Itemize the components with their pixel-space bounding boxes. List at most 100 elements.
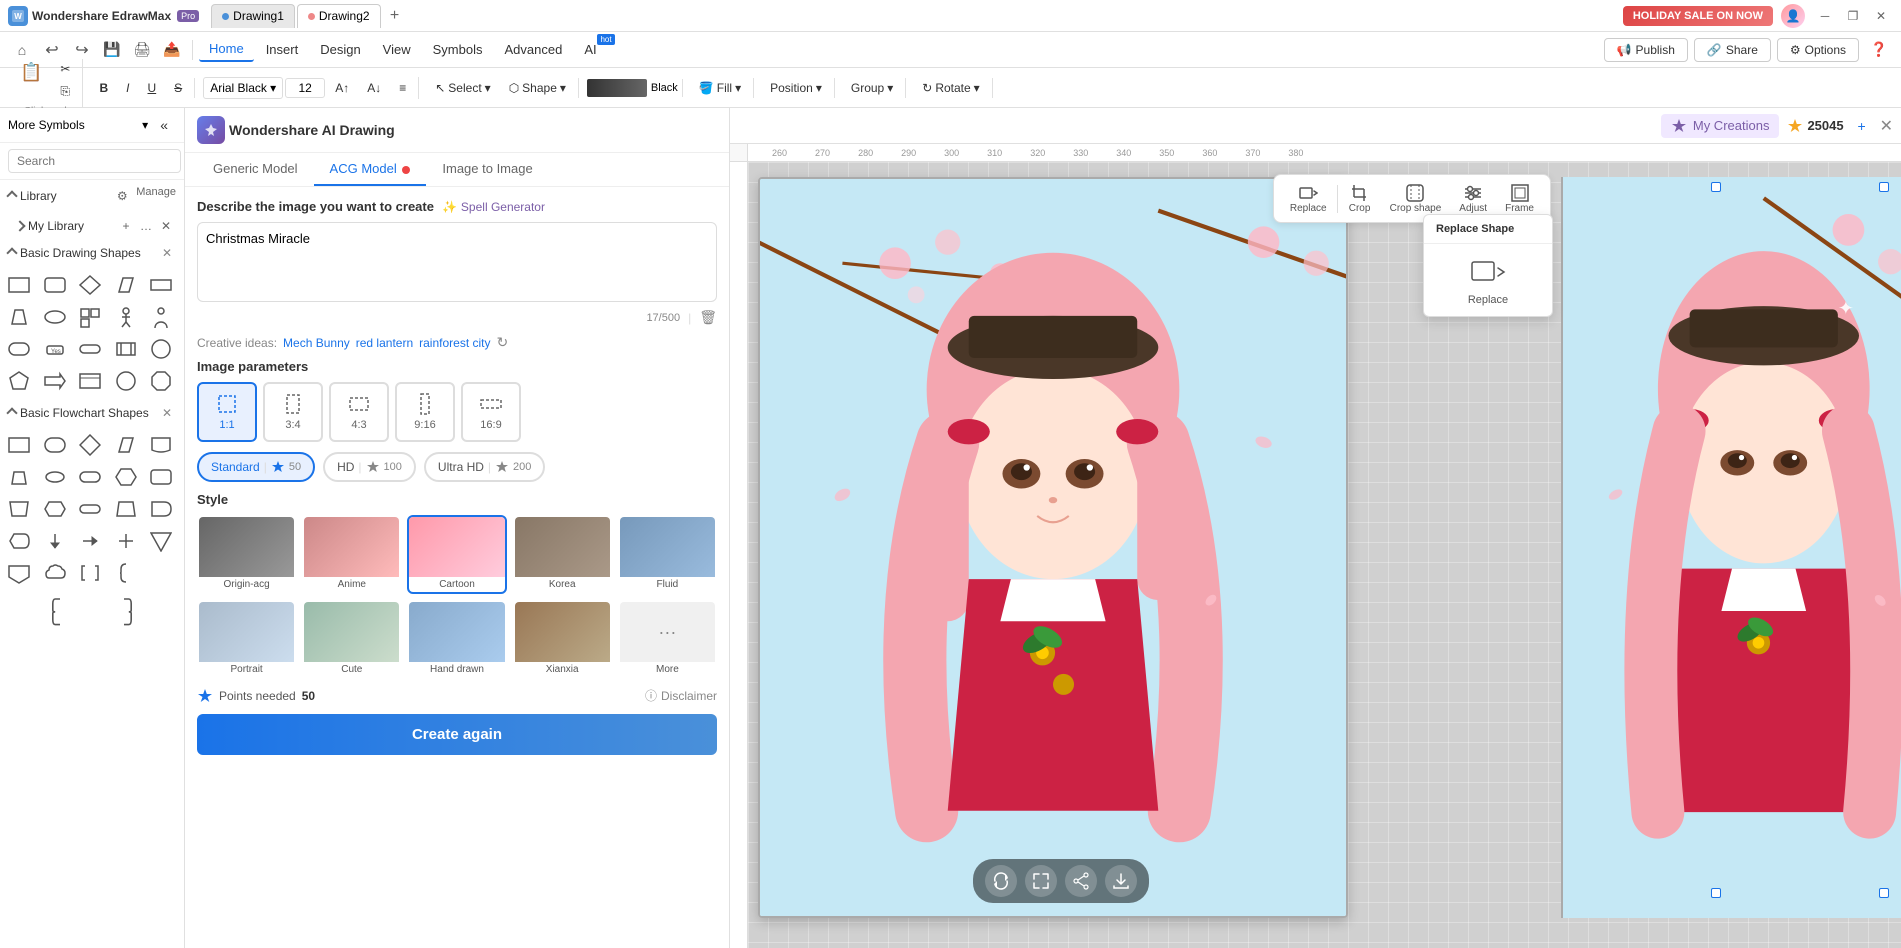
shape-diamond[interactable]: [75, 270, 105, 300]
menu-home[interactable]: Home: [199, 37, 254, 62]
tab-acg-model[interactable]: ACG Model: [314, 153, 427, 186]
tab-drawing2[interactable]: Drawing2: [297, 4, 381, 28]
select-button[interactable]: ↖ Select ▾: [427, 78, 498, 98]
adjust-toolbar-btn[interactable]: Adjust: [1451, 179, 1495, 218]
bold-button[interactable]: B: [91, 78, 116, 98]
frame-toolbar-btn[interactable]: Frame: [1497, 179, 1542, 218]
delete-prompt-button[interactable]: 🗑: [699, 309, 717, 326]
menu-ai[interactable]: AI hot: [574, 38, 606, 61]
regenerate-button[interactable]: [985, 865, 1017, 897]
shape-rect[interactable]: [4, 270, 34, 300]
position-button[interactable]: Position ▾: [762, 78, 830, 98]
print-button[interactable]: 🖨: [128, 36, 156, 64]
shape-yes-no[interactable]: Yes: [40, 334, 70, 364]
export-button[interactable]: 📤: [158, 36, 186, 64]
publish-button[interactable]: 📢 Publish: [1604, 38, 1688, 62]
style-cartoon[interactable]: Cartoon: [407, 515, 506, 594]
style-cute[interactable]: Cute: [302, 600, 401, 679]
fc-curly[interactable]: [111, 558, 141, 588]
style-portrait[interactable]: Portrait: [197, 600, 296, 679]
add-library-button[interactable]: +: [116, 216, 136, 236]
creative-tag-1[interactable]: red lantern: [356, 336, 413, 350]
flowchart-close[interactable]: ✕: [158, 404, 176, 422]
fc-rect2[interactable]: [75, 462, 105, 492]
fc-display[interactable]: [4, 526, 34, 556]
fc-circle[interactable]: [40, 462, 70, 492]
secondary-canvas-image[interactable]: ✦: [1561, 177, 1901, 918]
selection-handle-bl[interactable]: [1711, 888, 1721, 898]
ratio-1-1[interactable]: 1:1: [197, 382, 257, 442]
shape-octagon[interactable]: [146, 366, 176, 396]
canvas-close-button[interactable]: ✕: [1880, 116, 1893, 136]
fc-diamond[interactable]: [75, 430, 105, 460]
ratio-4-3[interactable]: 4:3: [329, 382, 389, 442]
fc-merge[interactable]: [146, 526, 176, 556]
paste-button[interactable]: 📋: [12, 59, 50, 102]
basic-drawing-close[interactable]: ✕: [158, 244, 176, 262]
align-button[interactable]: ≡: [391, 78, 414, 98]
basic-drawing-shapes-header[interactable]: Basic Drawing Shapes ✕: [0, 240, 184, 266]
tab-image-to-image[interactable]: Image to Image: [426, 153, 548, 186]
fc-round-rect[interactable]: [40, 430, 70, 460]
selection-handle-tr[interactable]: [1879, 182, 1889, 192]
fc-prepare[interactable]: [40, 494, 70, 524]
shape-person2[interactable]: [146, 302, 176, 332]
style-origin-acg[interactable]: Origin-acg: [197, 515, 296, 594]
shape-rounded-rect[interactable]: [4, 334, 34, 364]
main-canvas-image[interactable]: [758, 177, 1348, 918]
shape-oval[interactable]: [40, 302, 70, 332]
shape-rect-rounded[interactable]: [40, 270, 70, 300]
new-tab-button[interactable]: +: [383, 4, 407, 28]
ratio-3-4[interactable]: 3:4: [263, 382, 323, 442]
disclaimer-button[interactable]: ⓘ Disclaimer: [645, 687, 717, 704]
shape-person[interactable]: [111, 302, 141, 332]
spell-generator-button[interactable]: ✨ Spell Generator: [442, 200, 545, 214]
crop-shape-toolbar-btn[interactable]: Crop shape: [1382, 179, 1450, 218]
fc-plus[interactable]: [111, 526, 141, 556]
menu-advanced[interactable]: Advanced: [494, 38, 572, 61]
selection-handle-br[interactable]: [1879, 888, 1889, 898]
close-library-button[interactable]: ✕: [156, 216, 176, 236]
fc-bracket[interactable]: [75, 558, 105, 588]
quality-ultra-hd[interactable]: Ultra HD | 200: [424, 452, 546, 482]
ratio-16-9[interactable]: 16:9: [461, 382, 521, 442]
decrease-font-button[interactable]: A↓: [359, 78, 389, 98]
expand-button[interactable]: [1025, 865, 1057, 897]
fc-manual[interactable]: [4, 494, 34, 524]
replace-option[interactable]: Replace: [1424, 244, 1552, 316]
shape-trapezoid[interactable]: [4, 302, 34, 332]
create-again-button[interactable]: Create again: [197, 714, 717, 755]
font-family-dropdown[interactable]: Arial Black ▾: [203, 77, 283, 99]
quality-standard[interactable]: Standard | 50: [197, 452, 315, 482]
rotate-button[interactable]: ↻ Rotate ▾: [914, 78, 987, 98]
shape-rect3[interactable]: [75, 302, 105, 332]
options-button[interactable]: ⚙ Options: [1777, 38, 1859, 62]
tab-drawing1[interactable]: Drawing1: [211, 4, 295, 28]
search-input[interactable]: [8, 149, 181, 173]
shape-rect2[interactable]: [146, 270, 176, 300]
more-library-button[interactable]: …: [136, 216, 156, 236]
fill-button[interactable]: 🪣 Fill ▾: [691, 78, 749, 98]
replace-toolbar-btn[interactable]: Replace: [1282, 179, 1335, 218]
fc-delay[interactable]: [146, 494, 176, 524]
fc-trapezoid[interactable]: [4, 462, 34, 492]
shape-rect5[interactable]: [75, 366, 105, 396]
fc-doc[interactable]: [146, 430, 176, 460]
help-button[interactable]: ❓: [1865, 36, 1893, 64]
increase-font-button[interactable]: A↑: [327, 78, 357, 98]
basic-flowchart-header[interactable]: Basic Flowchart Shapes ✕: [0, 400, 184, 426]
menu-view[interactable]: View: [373, 38, 421, 61]
style-korea[interactable]: Korea: [513, 515, 612, 594]
menu-design[interactable]: Design: [310, 38, 370, 61]
library-header[interactable]: Library ⚙ Manage: [0, 180, 184, 212]
shape-circle[interactable]: [146, 334, 176, 364]
ratio-9-16[interactable]: 9:16: [395, 382, 455, 442]
fc-arrow[interactable]: [40, 526, 70, 556]
strikethrough-button[interactable]: S: [166, 78, 190, 98]
fc-data[interactable]: [111, 494, 141, 524]
shape-ellipse[interactable]: [111, 366, 141, 396]
share-button[interactable]: 🔗 Share: [1694, 38, 1771, 62]
underline-button[interactable]: U: [140, 78, 165, 98]
style-xianxia[interactable]: Xianxia: [513, 600, 612, 679]
prompt-textarea[interactable]: Christmas Miracle: [197, 222, 717, 302]
